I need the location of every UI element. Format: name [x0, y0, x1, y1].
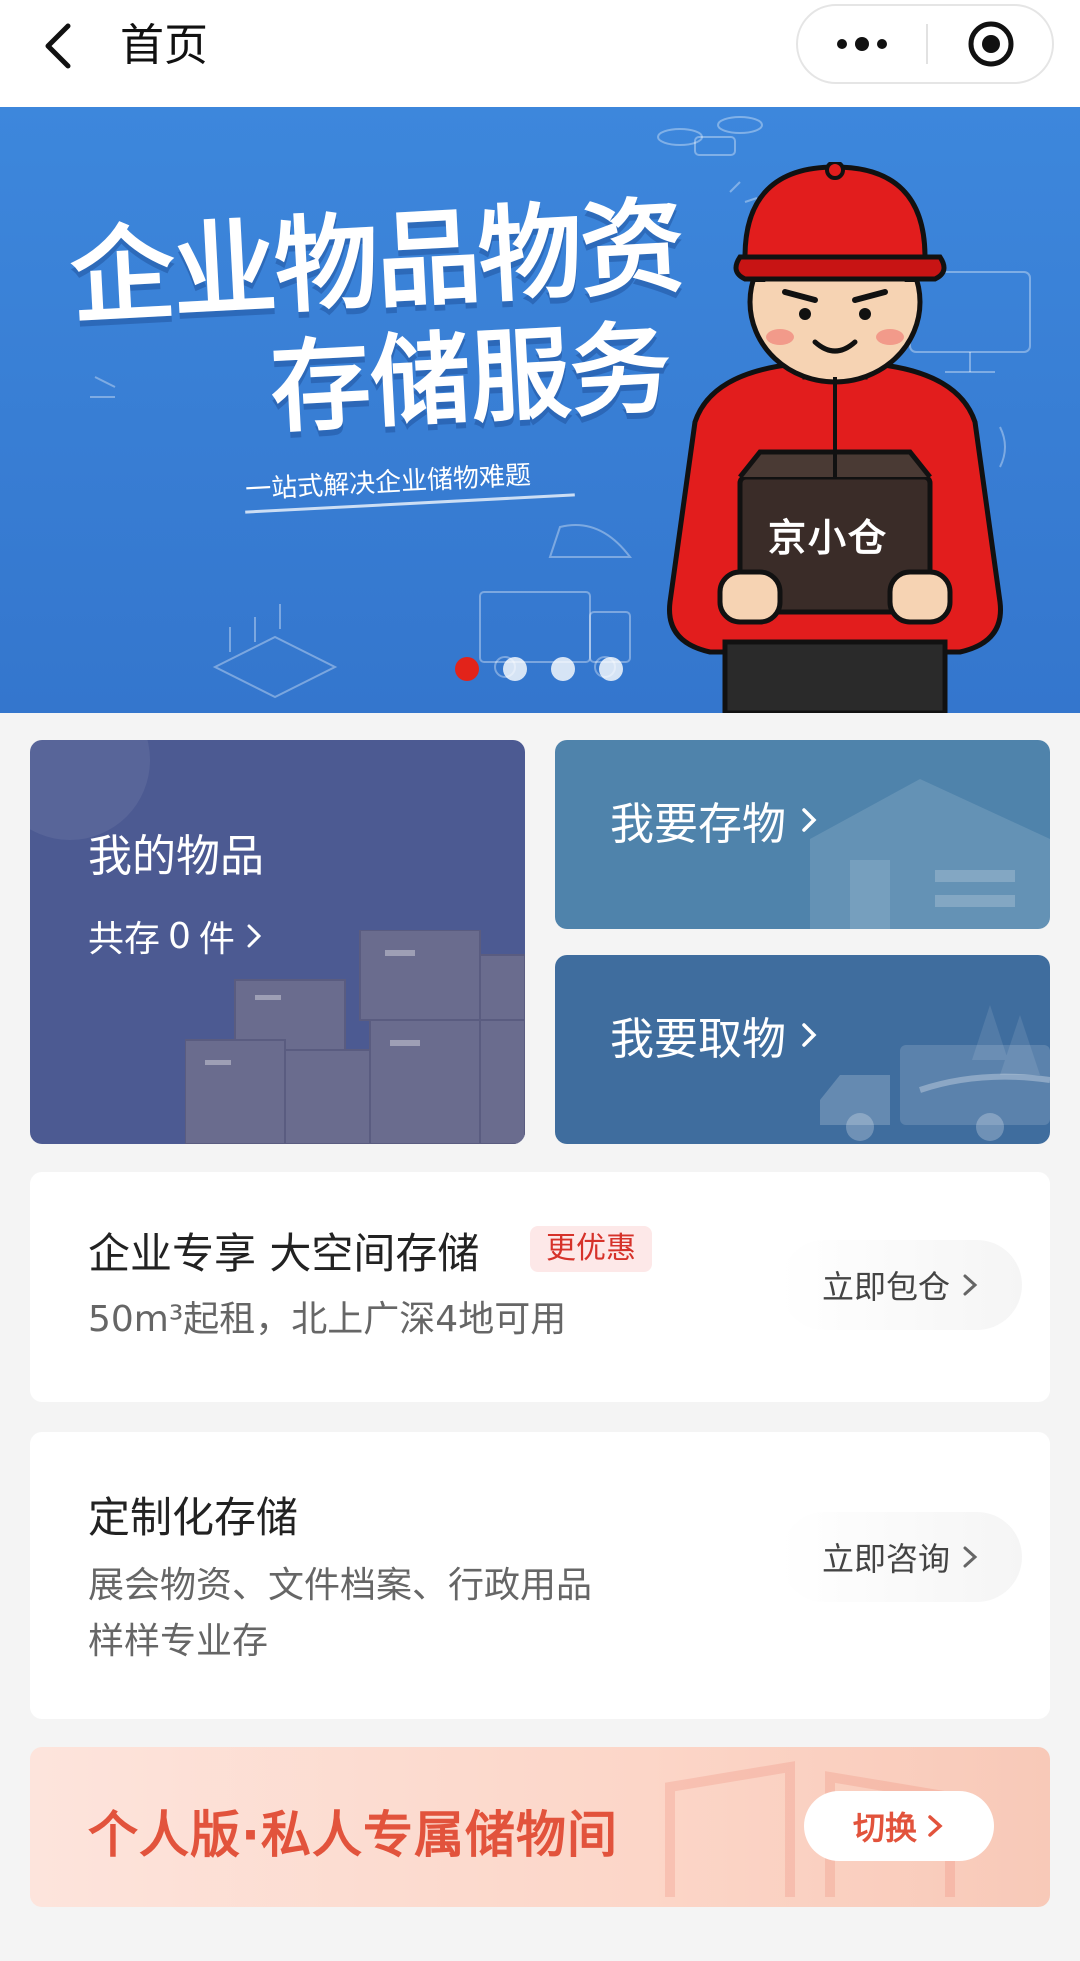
chevron-left-icon	[45, 23, 71, 69]
close-miniprogram-button[interactable]	[930, 6, 1052, 82]
chevron-right-icon	[928, 1815, 943, 1837]
capsule-divider	[926, 24, 928, 64]
count-prefix: 共存	[88, 919, 161, 960]
box-brand-label: 京小仓	[767, 516, 888, 560]
store-items-title: 我要存物	[610, 799, 786, 850]
page-title: 首页	[120, 20, 208, 71]
back-button[interactable]	[28, 14, 92, 78]
book-warehouse-label: 立即包仓	[821, 1268, 950, 1306]
courier-mascot-illustration	[667, 162, 1003, 713]
carousel-dot-3[interactable]	[551, 657, 575, 681]
consult-now-label: 立即咨询	[821, 1540, 950, 1578]
warehouse-icon	[810, 779, 1050, 929]
carousel-dot-1[interactable]	[455, 657, 479, 681]
store-items-tile[interactable]: 我要存物	[555, 740, 1050, 929]
retrieve-items-title: 我要取物	[610, 1014, 786, 1065]
custom-storage-card[interactable]: 定制化存储 展会物资、文件档案、行政用品 样样专业存 立即咨询	[30, 1432, 1050, 1719]
promo-banner[interactable]: 企业物品物资 存储服务 一站式解决企业储物难题 京小仓	[0, 107, 1080, 713]
top-nav-bar: 首页	[0, 0, 1080, 107]
custom-storage-description-line2: 样样专业存	[88, 1621, 269, 1662]
carousel-indicator	[455, 657, 623, 681]
personal-version-title: 个人版·私人专属储物间	[88, 1806, 618, 1864]
retrieve-items-tile[interactable]: 我要取物	[555, 955, 1050, 1144]
more-dots-icon	[837, 37, 887, 51]
enterprise-storage-heading: 企业专享 大空间存储	[88, 1229, 480, 1278]
carousel-dot-2[interactable]	[503, 657, 527, 681]
my-items-title: 我的物品	[88, 831, 264, 882]
custom-storage-description-line1: 展会物资、文件档案、行政用品	[88, 1565, 593, 1606]
custom-storage-description: 展会物资、文件档案、行政用品 样样专业存	[88, 1558, 592, 1670]
chevron-right-icon	[963, 1546, 978, 1568]
banner-headline-line2: 存储服务	[267, 309, 674, 448]
stacked-boxes-illustration	[185, 930, 525, 1144]
target-circle-icon	[968, 21, 1014, 67]
chevron-right-icon	[963, 1274, 978, 1296]
switch-version-label: 切换	[852, 1809, 917, 1847]
consult-now-button[interactable]: 立即咨询	[780, 1512, 1022, 1602]
mini-program-capsule	[796, 4, 1054, 84]
discount-badge: 更优惠	[530, 1226, 652, 1272]
switch-version-button[interactable]: 切换	[804, 1791, 994, 1861]
personal-version-banner[interactable]: 个人版·私人专属储物间 切换	[30, 1747, 1050, 1907]
enterprise-storage-card[interactable]: 企业专享 大空间存储 更优惠 50m³起租，北上广深4地可用 立即包仓	[30, 1172, 1050, 1402]
store-items-title-row: 我要存物	[610, 788, 820, 852]
retrieve-items-title-row: 我要取物	[610, 1003, 820, 1067]
carousel-dot-4[interactable]	[599, 657, 623, 681]
my-items-tile[interactable]: 我的物品 共存 0 件	[30, 740, 525, 1144]
custom-storage-heading: 定制化存储	[88, 1493, 299, 1542]
delivery-truck-icon	[820, 1005, 1050, 1141]
enterprise-storage-description: 50m³起租，北上广深4地可用	[88, 1299, 567, 1340]
book-warehouse-button[interactable]: 立即包仓	[780, 1240, 1022, 1330]
more-button[interactable]	[798, 6, 926, 82]
